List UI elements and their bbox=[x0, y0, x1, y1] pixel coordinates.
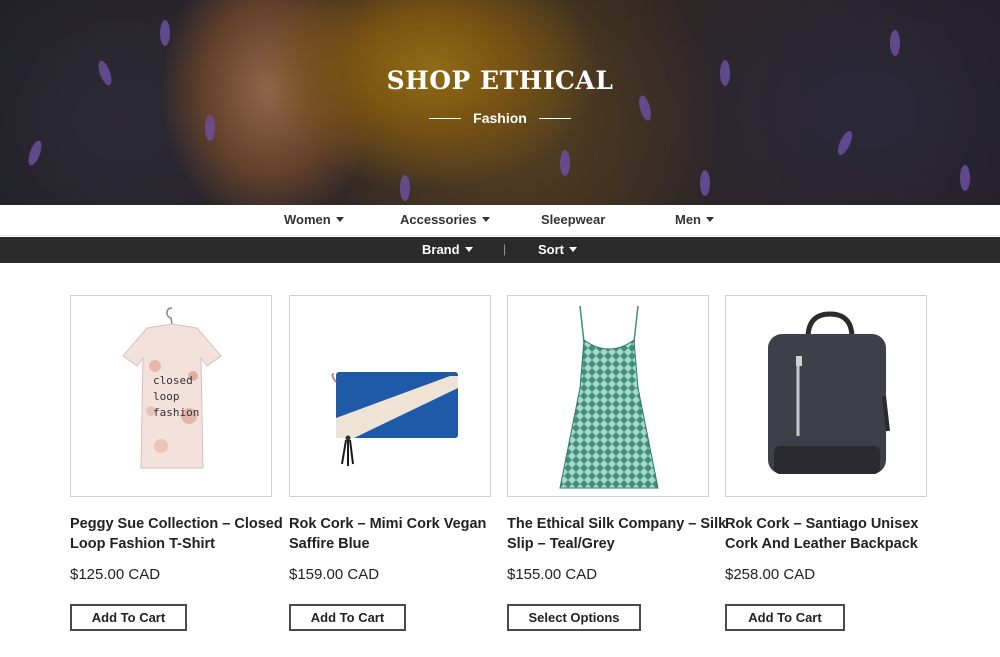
nav-item-men[interactable]: Men bbox=[675, 212, 714, 227]
brand-filter-label: Brand bbox=[422, 242, 460, 257]
nav-item-label: Sleepwear bbox=[541, 212, 606, 227]
product-image[interactable] bbox=[725, 295, 927, 497]
product-price: $125.00 CAD bbox=[70, 566, 161, 583]
lavender-flower bbox=[834, 129, 856, 157]
hero-banner: SHOP ETHICAL Fashion bbox=[0, 0, 1000, 205]
sort-label: Sort bbox=[538, 242, 564, 257]
nav-item-label: Accessories bbox=[400, 212, 477, 227]
backpack-image bbox=[768, 311, 890, 474]
clutch-bag-image bbox=[331, 372, 458, 466]
subtitle-rule-right bbox=[538, 117, 571, 119]
silk-slip-dress-image bbox=[559, 305, 659, 489]
nav-item-women[interactable]: Women bbox=[284, 212, 344, 227]
nav-item-label: Women bbox=[284, 212, 331, 227]
lavender-flower bbox=[890, 30, 900, 56]
category-label: Fashion bbox=[473, 110, 527, 126]
filter-separator: | bbox=[503, 242, 507, 256]
brand-filter[interactable]: Brand bbox=[422, 242, 473, 257]
svg-text:closed: closed bbox=[153, 374, 193, 387]
caret-down-icon bbox=[569, 247, 577, 252]
product-image[interactable]: closed loop fashion bbox=[70, 295, 272, 497]
product-price: $155.00 CAD bbox=[507, 566, 598, 583]
product-card: closed loop fashion Peggy Sue Collection… bbox=[70, 295, 283, 631]
product-price: $159.00 CAD bbox=[289, 566, 380, 583]
svg-text:fashion: fashion bbox=[153, 406, 199, 419]
lavender-flower bbox=[700, 170, 710, 196]
lavender-flower bbox=[400, 175, 410, 201]
select-options-button[interactable]: Select Options bbox=[507, 604, 641, 631]
product-card: Rok Cork – Santiago Unisex Cork And Leat… bbox=[725, 295, 927, 631]
sort-dropdown[interactable]: Sort bbox=[538, 242, 577, 257]
svg-text:loop: loop bbox=[153, 390, 180, 403]
add-to-cart-button[interactable]: Add To Cart bbox=[70, 604, 187, 631]
nav-item-label: Men bbox=[675, 212, 701, 227]
lavender-flower bbox=[560, 150, 570, 176]
subtitle-rule-left bbox=[429, 117, 462, 119]
nav-item-sleepwear[interactable]: Sleepwear bbox=[541, 212, 605, 227]
caret-down-icon bbox=[464, 247, 473, 252]
nav-item-accessories[interactable]: Accessories bbox=[400, 212, 490, 227]
product-name[interactable]: Rok Cork – Santiago Unisex Cork And Leat… bbox=[725, 514, 955, 554]
caret-down-icon bbox=[481, 217, 490, 222]
lavender-flower bbox=[960, 165, 970, 191]
lavender-flower bbox=[25, 139, 45, 167]
page-title: SHOP ETHICAL bbox=[386, 66, 614, 95]
caret-down-icon bbox=[706, 217, 714, 222]
product-image[interactable] bbox=[507, 295, 709, 497]
product-name[interactable]: Peggy Sue Collection – Closed Loop Fashi… bbox=[70, 514, 300, 554]
product-name[interactable]: The Ethical Silk Company – Silk Slip – T… bbox=[507, 514, 737, 554]
tshirt-image: closed loop fashion bbox=[122, 307, 222, 469]
product-name[interactable]: Rok Cork – Mimi Cork Vegan Saffire Blue bbox=[289, 514, 519, 554]
caret-down-icon bbox=[335, 217, 344, 222]
product-image[interactable] bbox=[289, 295, 491, 497]
category-nav: Women Accessories Sleepwear Men bbox=[0, 205, 1000, 236]
lavender-flower bbox=[160, 20, 170, 46]
product-card: The Ethical Silk Company – Silk Slip – T… bbox=[507, 295, 726, 631]
filter-bar: Brand | Sort bbox=[0, 237, 1000, 263]
product-price: $258.00 CAD bbox=[725, 566, 816, 583]
product-card: Rok Cork – Mimi Cork Vegan Saffire Blue … bbox=[289, 295, 491, 631]
hero-subtitle: Fashion bbox=[0, 110, 1000, 126]
add-to-cart-button[interactable]: Add To Cart bbox=[289, 604, 406, 631]
add-to-cart-button[interactable]: Add To Cart bbox=[725, 604, 845, 631]
